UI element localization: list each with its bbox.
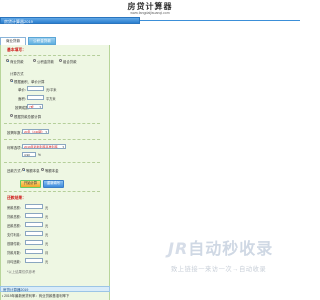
calculate-button[interactable]: 开始计算 — [20, 180, 41, 188]
area-input[interactable] — [27, 95, 44, 100]
result-value-field — [25, 222, 43, 227]
divider — [4, 191, 100, 192]
radio-combined-loan[interactable] — [59, 59, 62, 62]
result-value-field — [25, 204, 43, 209]
result-unit: 元 — [45, 233, 49, 237]
result-label: 月均还款： — [7, 260, 23, 264]
result-unit: 元 — [45, 260, 49, 264]
down-payment-select[interactable]: 7成 — [27, 104, 43, 109]
calc-method-label: 计算方式 — [10, 72, 24, 76]
result-label: 房款总额： — [7, 206, 23, 210]
radio-provident-loan[interactable] — [33, 59, 36, 62]
bottom-section-bar: 房贷计算器2019 — [0, 286, 110, 292]
rate-input[interactable]: 4.90 — [22, 152, 36, 157]
divider — [4, 162, 100, 163]
tab-provident-fund-loan[interactable]: 公积金贷款 — [28, 37, 56, 45]
unit-price-unit: 元/平米 — [46, 88, 57, 92]
result-row: 房款总额： 元 — [7, 204, 107, 210]
result-value-field — [25, 249, 43, 254]
watermark-logo: JR自动秒收录 — [168, 235, 273, 259]
result-row: 贷款总额： 元 — [7, 213, 107, 219]
divider — [140, 20, 300, 21]
tab-commercial-loan[interactable]: 商业贷款 — [0, 37, 26, 45]
result-unit: 元 — [45, 242, 49, 246]
rate-option-select[interactable]: 2019年最新利率基准利率 — [22, 144, 66, 149]
bottom-section-title[interactable]: 房贷计算器2019 — [3, 288, 28, 293]
radio-equal-installment[interactable] — [22, 168, 25, 171]
section-title-results: 还款结果： — [7, 196, 26, 200]
result-row: 还款总额： 元 — [7, 222, 107, 228]
radio-by-area[interactable] — [10, 79, 13, 82]
radio-label: 等额本金 — [45, 169, 59, 173]
area-unit: 平方米 — [46, 97, 56, 101]
result-label: 支付利息： — [7, 233, 23, 237]
loan-term-select[interactable]: 20年（240期） — [22, 129, 49, 134]
result-row: 月均还款： 元 — [7, 258, 107, 264]
radio-label: 商业贷款 — [10, 60, 24, 64]
result-row: 首期付款： 元 — [7, 240, 107, 246]
radio-label: 根据面积、单价计算 — [14, 80, 45, 84]
calculator-panel: 基本填写： 商业贷款 公积金贷款 组合贷款 计算方式 根据面积、单价计算 单价：… — [0, 45, 110, 300]
radio-by-total[interactable] — [10, 114, 13, 117]
result-unit: 元 — [45, 206, 49, 210]
result-value-field — [25, 231, 43, 236]
reset-button[interactable]: 重新填写 — [43, 180, 64, 188]
result-unit: 元 — [45, 215, 49, 219]
unit-price-input[interactable] — [27, 86, 44, 91]
results-note: *以上结果仅供参考 — [7, 270, 36, 274]
result-label: 还款总额： — [7, 224, 23, 228]
watermark-slogan: 致上链接一来访一次→自动收录 — [171, 266, 267, 273]
news-item[interactable]: • 2019年最新房贷利率：商业贷款基准利率下 — [2, 293, 69, 298]
radio-label: 根据贷款总额计算 — [14, 115, 42, 119]
divider — [4, 123, 100, 124]
site-url[interactable]: www.fangdaijisuanqi.com — [0, 11, 300, 15]
result-unit: 元 — [45, 224, 49, 228]
radio-label: 公积金贷款 — [37, 60, 54, 64]
result-value-field — [25, 240, 43, 245]
rate-unit: % — [38, 153, 41, 157]
radio-equal-principal[interactable] — [41, 168, 44, 171]
result-label: 贷款总额： — [7, 215, 23, 219]
top-nav-title[interactable]: 房贷计算器2019 — [4, 19, 33, 25]
radio-commercial-loan[interactable] — [6, 59, 9, 62]
radio-label: 组合贷款 — [63, 60, 77, 64]
radio-label: 等额本息 — [26, 169, 40, 173]
divider — [4, 55, 100, 56]
result-value-field — [25, 213, 43, 218]
result-unit: 月 — [45, 251, 49, 255]
watermark-brand-cn: 自动秒收录 — [188, 239, 274, 258]
top-nav-bar: 房贷计算器2019 — [0, 17, 140, 24]
result-row: 贷款月数： 月 — [7, 249, 107, 255]
section-title-basic: 基本填写： — [7, 48, 26, 52]
result-label: 首期付款： — [7, 242, 23, 246]
result-row: 支付利息： 元 — [7, 231, 107, 237]
result-value-field — [25, 258, 43, 263]
result-label: 贷款月数： — [7, 251, 23, 255]
divider — [4, 139, 100, 140]
watermark-brand-latin: JR — [168, 239, 189, 258]
